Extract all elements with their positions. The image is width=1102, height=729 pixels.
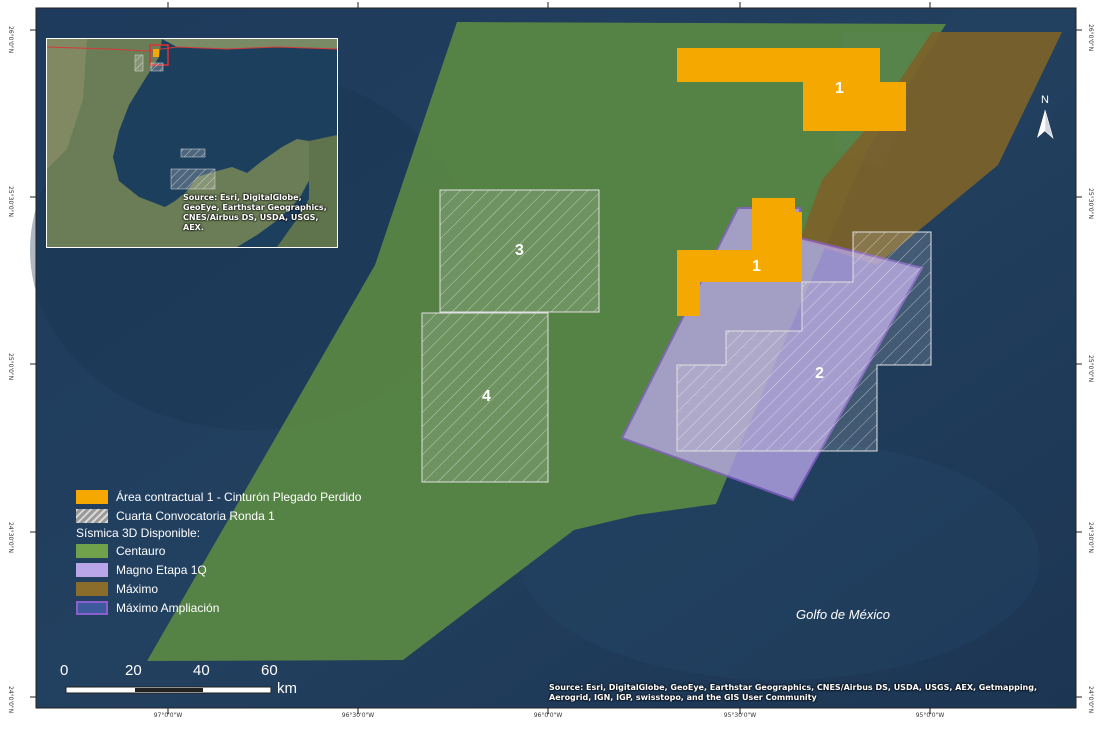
inset-map[interactable]: Source: Esri, DigitalGlobe, GeoEye, Eart… <box>46 38 338 248</box>
area-label-2: 2 <box>815 365 824 382</box>
area-label-4: 4 <box>482 388 491 405</box>
scale-tick-label: 0 <box>60 662 69 679</box>
coord-label-bottom: 96°0'0"W <box>533 712 563 719</box>
inset-blocks <box>170 168 216 190</box>
legend-swatch-green <box>76 544 108 558</box>
coord-label-right: 24°30'0"N <box>1087 522 1094 553</box>
coord-label-left: 26°0'0"N <box>7 26 14 54</box>
scale-tick-label: 60 <box>261 662 278 679</box>
inset-attribution: Source: Esri, DigitalGlobe, GeoEye, Eart… <box>183 193 327 232</box>
legend-swatch-blue <box>76 601 108 615</box>
legend-label: Máximo <box>116 582 159 596</box>
legend-label: Magno Etapa 1Q <box>116 563 207 577</box>
legend-item-maximo: Máximo <box>76 580 361 598</box>
legend-item-magno: Magno Etapa 1Q <box>76 561 361 579</box>
north-arrow: N <box>1032 94 1058 106</box>
legend-swatch-lavender <box>76 563 108 577</box>
scale-tick-label: 20 <box>125 662 142 679</box>
legend-item-centauro: Centauro <box>76 542 361 560</box>
coord-label-left: 25°0'0"N <box>7 353 14 381</box>
legend-label: Máximo Ampliación <box>116 601 220 615</box>
inset-blocks <box>150 62 164 72</box>
map-attribution: Source: Esri, DigitalGlobe, GeoEye, Eart… <box>549 683 1038 702</box>
legend-item-area-contractual: Área contractual 1 - Cinturón Plegado Pe… <box>76 488 361 506</box>
coord-label-bottom: 96°30'0"W <box>341 712 375 719</box>
gulf-of-mexico-label: Golfo de México <box>796 607 890 622</box>
legend-swatch-hatched <box>76 509 108 523</box>
coord-label-right: 25°0'0"N <box>1087 355 1094 383</box>
coord-label-left: 24°30'0"N <box>7 522 14 553</box>
area-label-1-north: 1 <box>835 80 844 97</box>
inset-blocks <box>134 54 144 72</box>
legend-heading: Sísmica 3D Disponible: <box>76 526 201 540</box>
coord-label-left: 24°0'0"N <box>7 686 14 714</box>
north-letter: N <box>1041 94 1049 106</box>
map-frame: 26°0'0"N 25°30'0"N 25°0'0"N 24°30'0"N 24… <box>0 0 1102 729</box>
area-label-3: 3 <box>515 242 524 259</box>
legend-swatch-brown <box>76 582 108 596</box>
coord-label-bottom: 97°0'0"W <box>153 712 183 719</box>
inset-blocks <box>180 148 206 158</box>
coord-label-right: 26°0'0"N <box>1087 24 1094 52</box>
inset-study-area <box>153 49 159 57</box>
legend-item-cuarta-convocatoria: Cuarta Convocatoria Ronda 1 <box>76 507 361 525</box>
area-label-1-south: 1 <box>752 258 761 275</box>
map-legend: Área contractual 1 - Cinturón Plegado Pe… <box>76 488 361 618</box>
coord-label-bottom: 95°30'0"W <box>723 712 757 719</box>
legend-swatch-orange <box>76 490 108 504</box>
legend-item-maximo-ampliacion: Máximo Ampliación <box>76 599 361 617</box>
coord-label-right: 24°0'0"N <box>1087 686 1094 714</box>
legend-label: Cuarta Convocatoria Ronda 1 <box>116 509 275 523</box>
scale-bar <box>65 686 272 694</box>
scale-tick-label: 40 <box>193 662 210 679</box>
legend-label: Centauro <box>116 544 166 558</box>
coord-label-left: 25°30'0"N <box>7 186 14 217</box>
scale-unit: km <box>277 680 297 697</box>
coord-label-bottom: 95°0'0"W <box>915 712 945 719</box>
legend-label: Área contractual 1 - Cinturón Plegado Pe… <box>116 490 362 504</box>
coord-label-right: 25°30'0"N <box>1087 188 1094 219</box>
